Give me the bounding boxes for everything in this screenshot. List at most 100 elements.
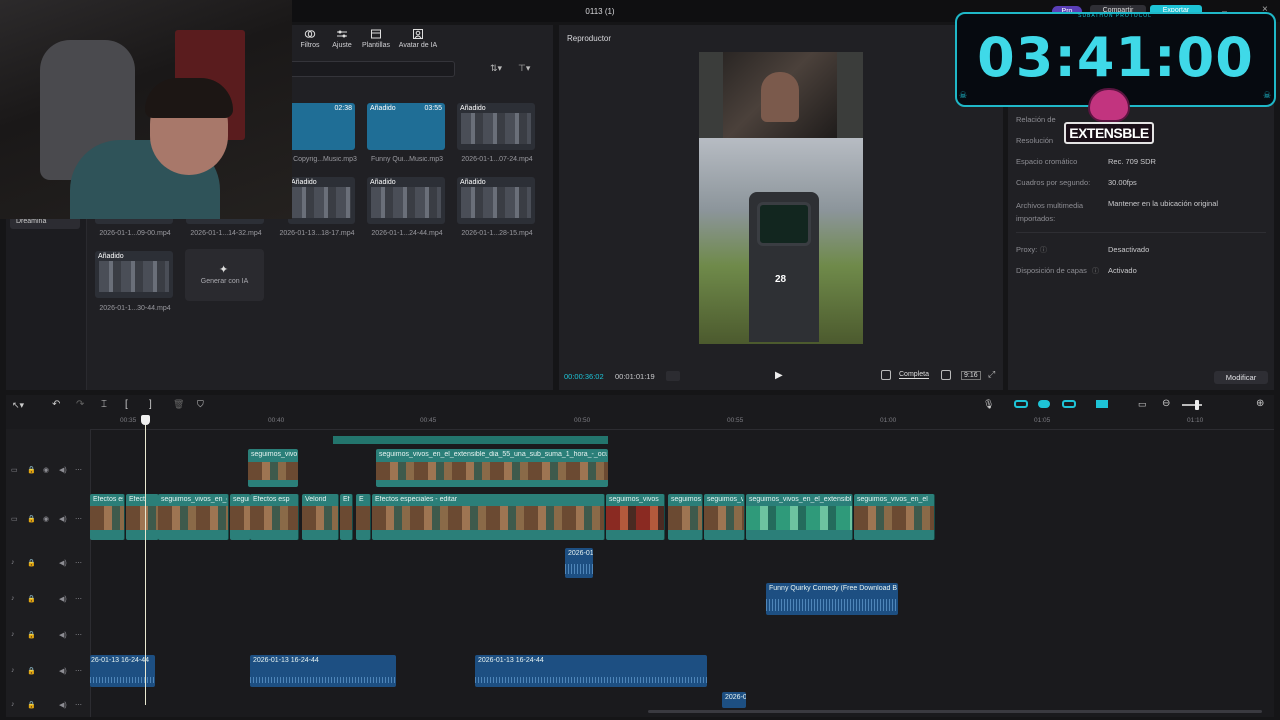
timeline-horizontal-scrollbar[interactable] bbox=[648, 710, 1262, 713]
audio-meter-icon[interactable] bbox=[881, 370, 891, 380]
speaker-icon[interactable]: ◀) bbox=[59, 701, 67, 709]
lock-icon[interactable]: 🔒 bbox=[27, 595, 36, 603]
speaker-icon[interactable]: ◀) bbox=[59, 595, 67, 603]
track-type-icon[interactable]: ▭ bbox=[11, 515, 18, 523]
video-thumbnail[interactable]: Añadido bbox=[288, 177, 355, 224]
layers-info-icon[interactable]: ⓘ bbox=[1092, 266, 1099, 276]
more-icon[interactable]: ⋯ bbox=[75, 667, 82, 675]
audio-clip[interactable]: 2026-0 bbox=[722, 692, 746, 708]
more-icon[interactable]: ⋯ bbox=[75, 466, 82, 474]
video-thumbnail[interactable]: Añadido bbox=[457, 103, 535, 150]
generate-ai-card[interactable]: ✦ Generar con IA bbox=[185, 249, 264, 301]
select-tool-icon[interactable]: ↖▾ bbox=[12, 400, 24, 411]
lock-icon[interactable]: 🔒 bbox=[27, 515, 36, 523]
audio-thumbnail[interactable]: 02:38 bbox=[288, 103, 355, 150]
snapshot-icon[interactable] bbox=[941, 370, 951, 380]
playhead-handle[interactable] bbox=[141, 415, 150, 425]
main-track-clip[interactable]: seguimos_vivos_en_el bbox=[158, 494, 229, 540]
track-type-icon[interactable]: ♪ bbox=[11, 667, 15, 674]
speaker-icon[interactable]: ◀) bbox=[59, 515, 67, 523]
overlay-clip[interactable]: seguimos_vivos_en_el_extensible_dia_55_u… bbox=[376, 449, 608, 487]
preview-axis-icon[interactable] bbox=[1096, 400, 1108, 408]
play-button[interactable]: ▶ bbox=[775, 370, 783, 381]
lock-icon[interactable]: 🔒 bbox=[27, 631, 36, 639]
zoom-slider[interactable] bbox=[1182, 404, 1202, 406]
track-type-icon[interactable]: ♪ bbox=[11, 559, 15, 566]
main-track-clip[interactable]: segui bbox=[230, 494, 251, 540]
main-track-clip[interactable]: Efectos esp bbox=[250, 494, 299, 540]
track-type-icon[interactable]: ♪ bbox=[11, 595, 15, 602]
main-track-clip[interactable]: Velorid bbox=[302, 494, 339, 540]
more-icon[interactable]: ⋯ bbox=[75, 701, 82, 709]
link-main-track-icon[interactable] bbox=[1014, 400, 1028, 408]
overlay-clip[interactable]: seguimos_vivos bbox=[248, 449, 298, 487]
aspect-ratio-button[interactable]: 9:16 bbox=[961, 371, 981, 380]
voice-clip[interactable]: 2026-01-13 16-24-44 bbox=[475, 655, 707, 687]
speaker-icon[interactable]: ◀) bbox=[59, 631, 67, 639]
main-track-clip[interactable]: Efectos especiales - editar bbox=[372, 494, 605, 540]
playhead[interactable] bbox=[145, 415, 146, 705]
media-search-input[interactable] bbox=[288, 61, 455, 77]
caption-icon[interactable]: ▭ bbox=[1138, 399, 1147, 410]
zoom-out-icon[interactable]: ⊖ bbox=[1162, 398, 1170, 409]
main-track-clip[interactable]: Efect bbox=[126, 494, 159, 540]
toolbar-ai-avatar[interactable]: Avatar de IA bbox=[396, 28, 440, 49]
timeline-ruler[interactable]: 00:35 00:40 00:45 00:50 00:55 01:00 01:05 01:10 bbox=[90, 415, 1274, 430]
proxy-info-icon[interactable]: ⓘ bbox=[1040, 245, 1047, 255]
main-track-clip[interactable]: seguimos_vi bbox=[704, 494, 745, 540]
eye-icon[interactable]: ◉ bbox=[43, 515, 49, 523]
main-track-clip[interactable]: Efectos es bbox=[90, 494, 125, 540]
music-clip[interactable]: Funny Quirky Comedy (Free Download Bac bbox=[766, 583, 898, 615]
more-icon[interactable]: ⋯ bbox=[75, 595, 82, 603]
audio-thumbnail[interactable]: Añadido 03:55 bbox=[367, 103, 445, 150]
track-type-icon[interactable]: ♪ bbox=[11, 701, 15, 708]
main-track-clip[interactable]: Ef bbox=[340, 494, 353, 540]
track-type-icon[interactable]: ▭ bbox=[11, 466, 18, 474]
video-preview[interactable]: 28 bbox=[699, 52, 863, 344]
video-thumbnail[interactable]: Añadido bbox=[457, 177, 535, 224]
lock-icon[interactable]: 🔒 bbox=[27, 701, 36, 709]
microphone-icon[interactable]: 🎙 bbox=[983, 399, 994, 410]
zoom-in-icon[interactable]: ⊕ bbox=[1256, 398, 1264, 409]
voice-clip[interactable]: 2026-01-13 16-24-44 bbox=[250, 655, 396, 687]
main-track-clip[interactable]: seguimos_vivos bbox=[606, 494, 665, 540]
zoom-slider-handle[interactable] bbox=[1195, 400, 1199, 410]
timeline-mode-icon[interactable] bbox=[666, 371, 680, 381]
main-track-clip[interactable]: E bbox=[356, 494, 371, 540]
main-track-clip[interactable]: seguimos bbox=[668, 494, 703, 540]
effect-bar[interactable] bbox=[333, 436, 608, 444]
track-type-icon[interactable]: ♪ bbox=[11, 631, 15, 638]
trim-left-icon[interactable]: [ bbox=[125, 399, 128, 410]
lock-icon[interactable]: 🔒 bbox=[27, 466, 36, 474]
video-thumbnail[interactable]: Añadido bbox=[367, 177, 445, 224]
more-icon[interactable]: ⋯ bbox=[75, 515, 82, 523]
sort-icon[interactable]: ⇅▾ bbox=[490, 63, 502, 74]
linkage-icon[interactable] bbox=[1062, 400, 1076, 408]
video-thumbnail[interactable]: Añadido bbox=[95, 251, 173, 298]
main-track-clip[interactable]: seguimos_vivos_en_el_extensible bbox=[746, 494, 853, 540]
lock-icon[interactable]: 🔒 bbox=[27, 559, 36, 567]
magnet-icon[interactable] bbox=[1038, 400, 1050, 408]
trim-right-icon[interactable]: ] bbox=[149, 399, 152, 410]
close-icon[interactable]: × bbox=[1262, 4, 1270, 15]
main-track-clip[interactable]: seguimos_vivos_en_el bbox=[854, 494, 935, 540]
fullscreen-icon[interactable]: ⤢ bbox=[988, 369, 995, 380]
filter-icon[interactable]: ⊤▾ bbox=[518, 63, 530, 74]
audio-clip-label: 2026-0 bbox=[725, 694, 746, 701]
lock-icon[interactable]: 🔒 bbox=[27, 667, 36, 675]
split-icon[interactable]: ⌶ bbox=[101, 399, 107, 410]
audio-clip[interactable]: 2026-01 bbox=[565, 548, 593, 578]
delete-icon[interactable]: 🗑 bbox=[173, 399, 184, 410]
eye-icon[interactable]: ◉ bbox=[43, 466, 49, 474]
speaker-icon[interactable]: ◀) bbox=[59, 466, 67, 474]
undo-icon[interactable]: ↶ bbox=[52, 399, 60, 410]
more-icon[interactable]: ⋯ bbox=[75, 559, 82, 567]
toolbar-templates[interactable]: Plantillas bbox=[356, 28, 396, 49]
quality-button[interactable]: Completa bbox=[899, 371, 929, 379]
redo-icon[interactable]: ↷ bbox=[76, 399, 84, 410]
modify-button[interactable]: Modificar bbox=[1214, 371, 1268, 384]
shield-icon[interactable]: ⛉ bbox=[197, 399, 204, 410]
speaker-icon[interactable]: ◀) bbox=[59, 667, 67, 675]
more-icon[interactable]: ⋯ bbox=[75, 631, 82, 639]
speaker-icon[interactable]: ◀) bbox=[59, 559, 67, 567]
